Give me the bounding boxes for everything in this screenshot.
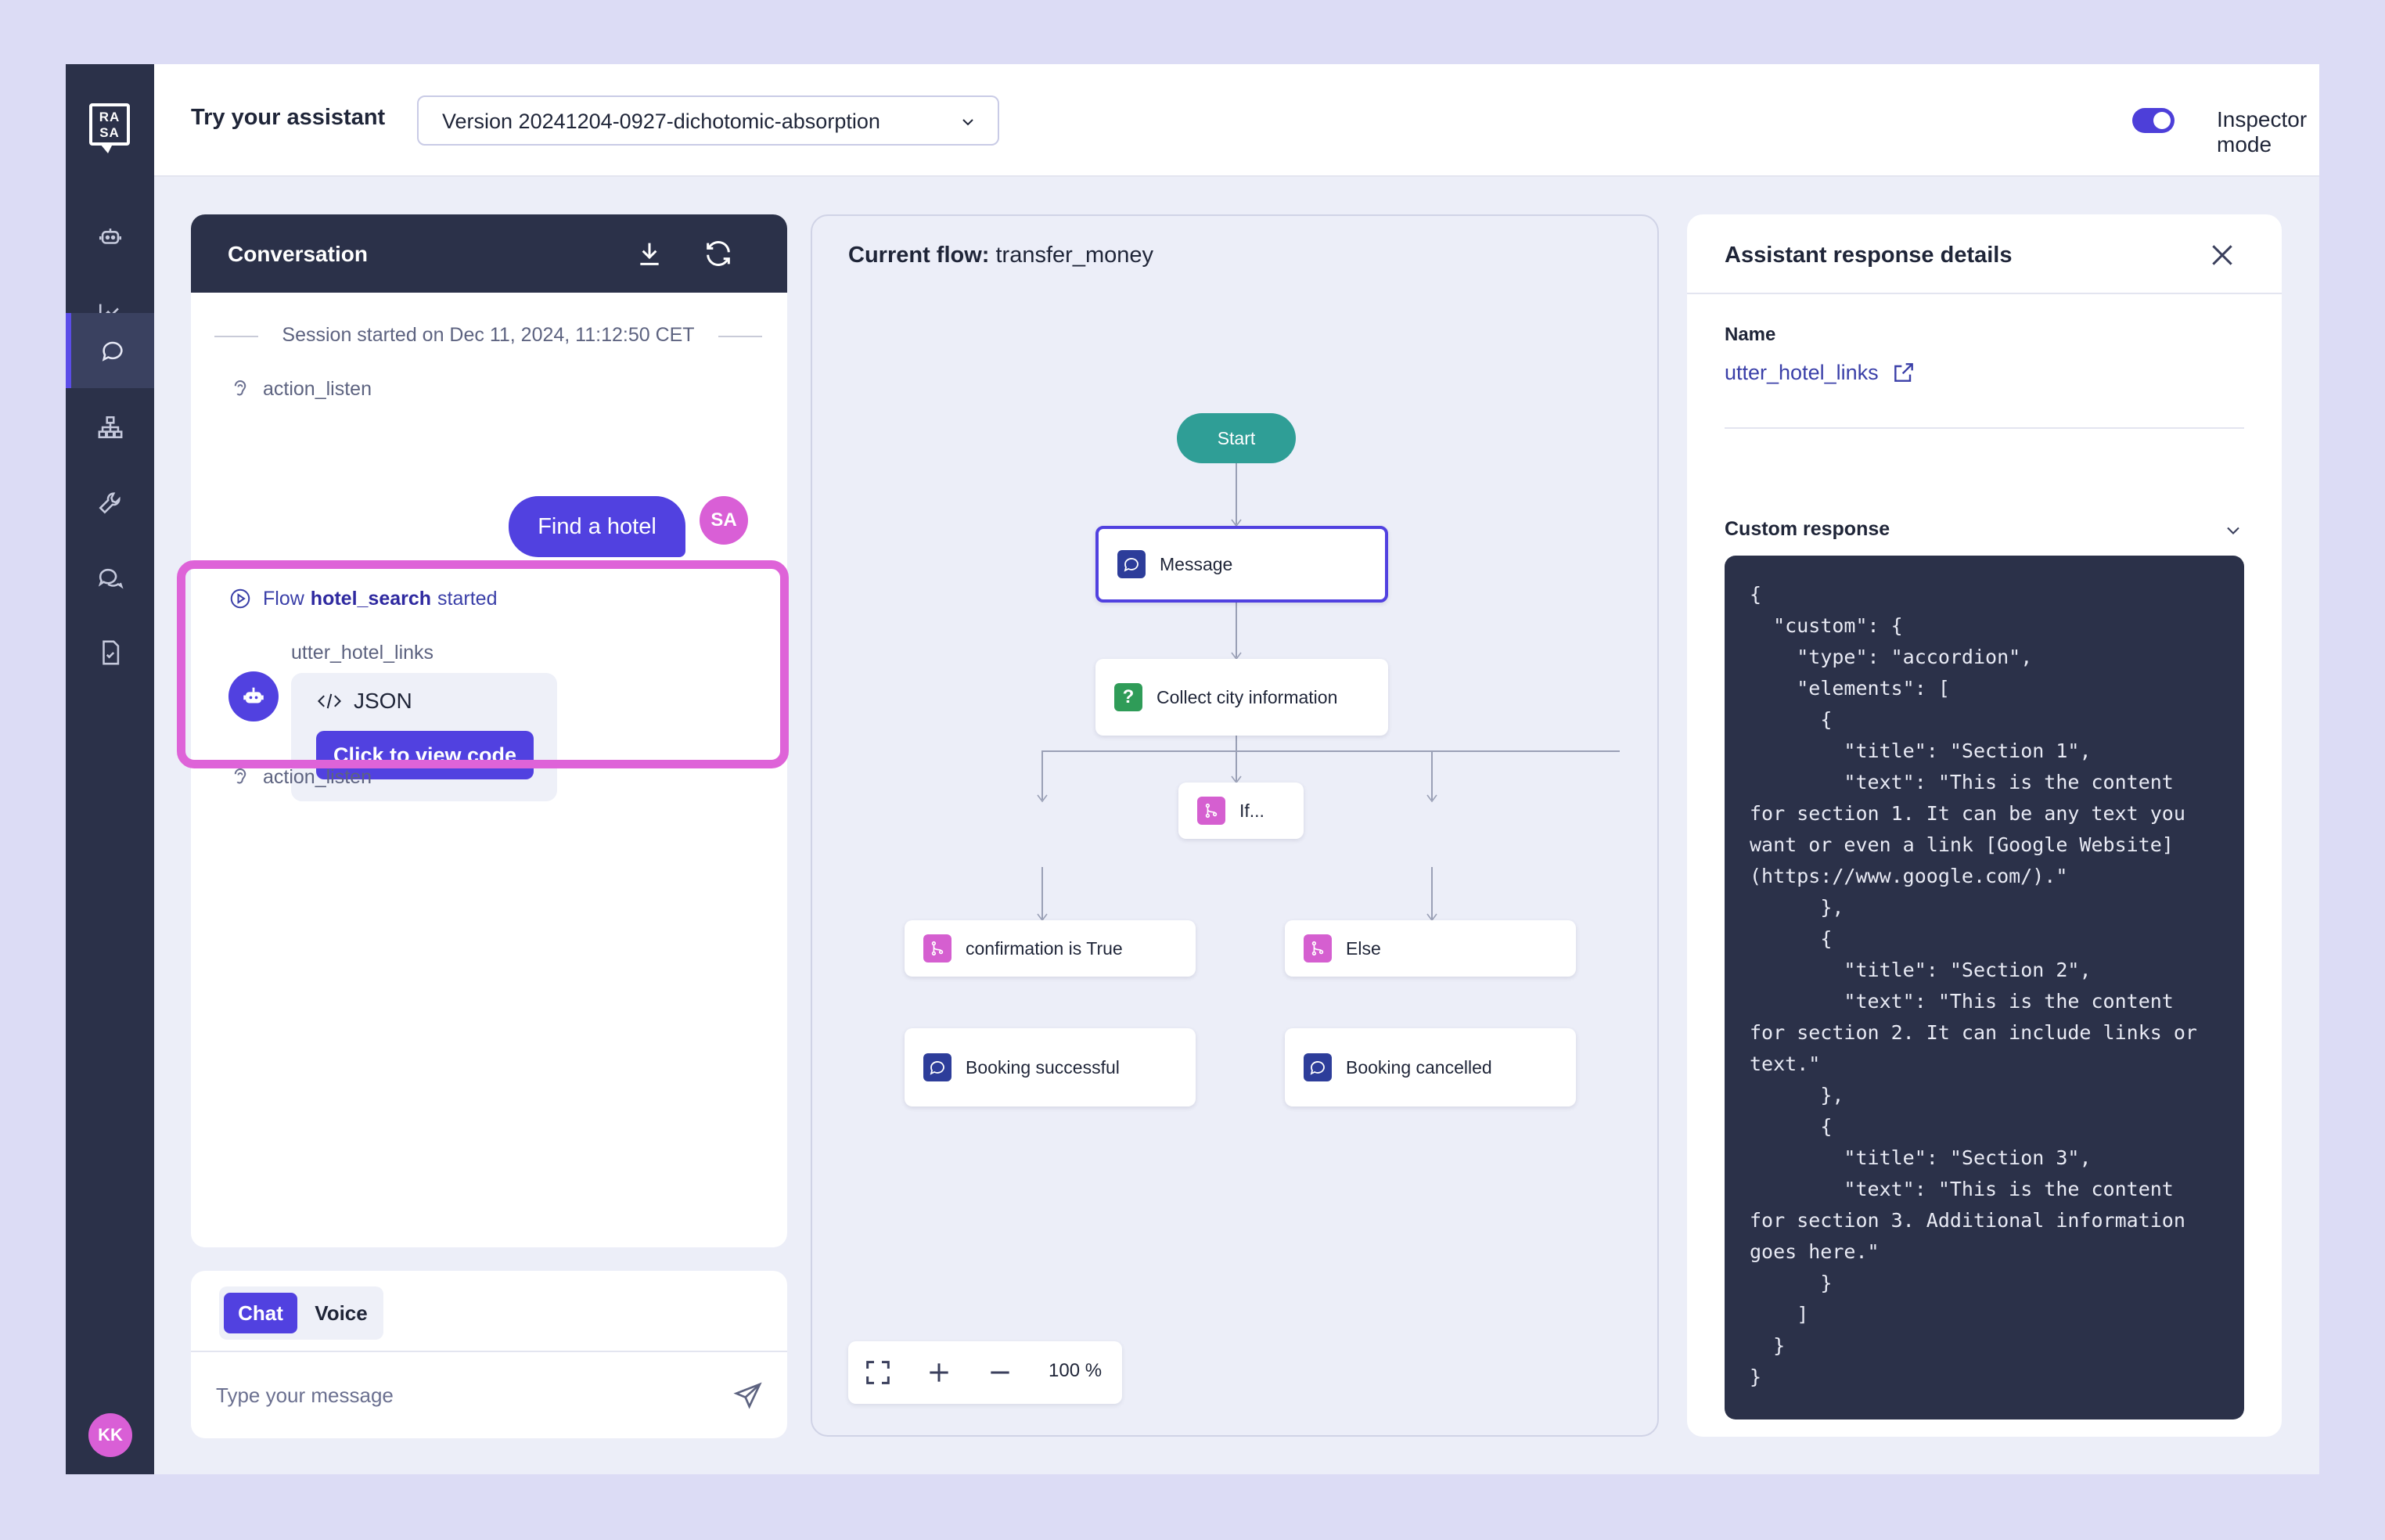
flow-node-cancelled[interactable]: Booking cancelled	[1285, 1028, 1576, 1106]
json-label-row: JSON	[316, 689, 412, 714]
flow-name-link[interactable]: hotel_search	[311, 588, 431, 610]
divider	[191, 1351, 787, 1352]
custom-response-label: Custom response	[1725, 518, 1890, 540]
response-name: utter_hotel_links	[1725, 360, 1879, 384]
conversation-header: Conversation	[191, 214, 787, 293]
flow-node-branch-true[interactable]: confirmation is True	[905, 920, 1196, 977]
node-label: confirmation is True	[966, 937, 1123, 959]
flow-node-message[interactable]: Message	[1095, 526, 1388, 603]
fit-view-icon[interactable]	[862, 1357, 894, 1388]
conversation-panel: Conversation Session started on Dec 11, …	[191, 214, 787, 1247]
flow-suffix: started	[437, 587, 498, 610]
bot-response-name: utter_hotel_links	[291, 642, 434, 664]
refresh-icon[interactable]	[703, 238, 734, 269]
action-listen-event: action_listen	[228, 377, 372, 401]
question-icon: ?	[1114, 683, 1142, 711]
zoom-level: 100 %	[1049, 1360, 1103, 1381]
json-label: JSON	[354, 689, 412, 713]
flow-node-branch-else[interactable]: Else	[1285, 920, 1576, 977]
zoom-in-icon[interactable]	[923, 1357, 955, 1388]
branch-icon	[1197, 797, 1225, 825]
close-icon[interactable]	[2207, 239, 2238, 271]
mode-switch: Chat Voice	[219, 1286, 383, 1340]
message-icon	[923, 1053, 951, 1081]
details-title: Assistant response details	[1725, 243, 2013, 268]
zoom-controls: 100 %	[848, 1341, 1122, 1404]
flow-node-success[interactable]: Booking successful	[905, 1028, 1196, 1106]
node-label: If...	[1239, 800, 1264, 821]
play-circle-icon	[230, 588, 250, 609]
node-label: Else	[1346, 937, 1381, 959]
ear-icon	[234, 768, 246, 784]
message-icon	[1304, 1053, 1332, 1081]
divider	[1725, 427, 2244, 429]
flow-node-start[interactable]: Start	[1177, 413, 1296, 463]
branch-icon	[923, 934, 951, 962]
code-icon	[317, 693, 342, 709]
response-name-link[interactable]: utter_hotel_links	[1725, 360, 1916, 385]
node-label: Message	[1160, 553, 1233, 574]
custom-response-toggle[interactable]: Custom response	[1725, 518, 2244, 541]
node-label: Booking cancelled	[1346, 1056, 1492, 1078]
send-icon[interactable]	[732, 1380, 764, 1412]
action-listen-event: action_listen	[228, 765, 372, 789]
robot-icon	[243, 687, 264, 703]
zoom-out-icon[interactable]	[984, 1357, 1016, 1388]
chevron-down-icon	[2227, 527, 2239, 534]
bot-avatar	[228, 671, 279, 721]
user-message-bubble: Find a hotel	[509, 496, 685, 557]
tab-voice[interactable]: Voice	[304, 1293, 379, 1333]
ear-icon	[234, 380, 246, 396]
session-started-text: Session started on Dec 11, 2024, 11:12:5…	[214, 324, 762, 347]
flow-node-if[interactable]: If...	[1178, 783, 1304, 839]
action-listen-label: action_listen	[263, 377, 372, 400]
user-avatar-sa: SA	[700, 496, 748, 545]
flow-panel: Current flow: transfer_money Start Messa…	[811, 214, 1659, 1437]
download-icon[interactable]	[634, 238, 665, 269]
node-label: Collect city information	[1157, 686, 1338, 707]
flow-node-collect[interactable]: ? Collect city information	[1095, 659, 1388, 736]
flow-prefix: Flow	[263, 587, 304, 610]
flow-started-event: Flow hotel_search started	[228, 587, 497, 610]
response-details-panel: Assistant response details Name utter_ho…	[1687, 214, 2282, 1437]
custom-response-code: { "custom": { "type": "accordion", "elem…	[1725, 556, 2244, 1419]
node-label: Booking successful	[966, 1056, 1120, 1078]
chat-input-panel: Chat Voice	[191, 1271, 787, 1438]
external-link-icon	[1894, 363, 1913, 382]
conversation-title: Conversation	[228, 242, 368, 266]
name-label: Name	[1725, 324, 1776, 345]
action-listen-label: action_listen	[263, 765, 372, 788]
message-input[interactable]	[216, 1376, 717, 1415]
divider	[1687, 293, 2282, 294]
tab-chat[interactable]: Chat	[224, 1293, 297, 1333]
message-icon	[1117, 550, 1146, 578]
branch-icon	[1304, 934, 1332, 962]
content-area: Conversation Session started on Dec 11, …	[66, 64, 2319, 1474]
